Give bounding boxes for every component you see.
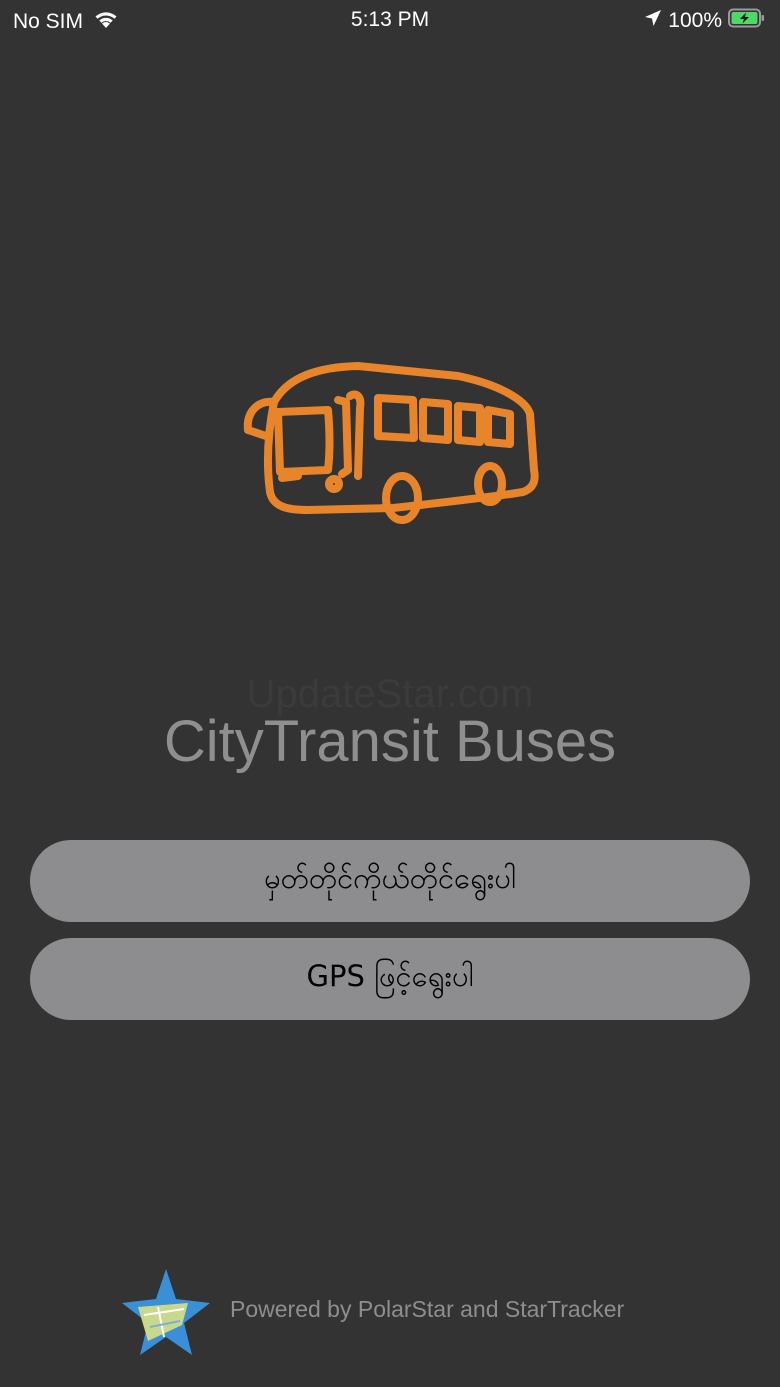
- polarstar-logo-icon: [118, 1267, 214, 1357]
- battery-charging-icon: [728, 8, 766, 34]
- status-right: 100%: [644, 8, 766, 34]
- location-arrow-icon: [644, 9, 662, 33]
- footer: Powered by PolarStar and StarTracker: [0, 1263, 780, 1359]
- battery-percent: 100%: [668, 9, 722, 32]
- select-by-gps-button[interactable]: GPS ဖြင့်ရွေးပါ: [30, 938, 750, 1020]
- select-by-gps-label: GPS ဖြင့်ရွေးပါ: [306, 958, 474, 993]
- status-bar: No SIM 5:13 PM 100%: [0, 0, 780, 40]
- powered-by-text: Powered by PolarStar and StarTracker: [230, 1296, 625, 1322]
- select-stop-manually-button[interactable]: မှတ်တိုင်ကိုယ်တိုင်ရွေးပါ: [30, 840, 750, 922]
- bus-icon: [238, 352, 543, 534]
- app-title: CityTransit Buses: [163, 709, 617, 774]
- select-stop-manually-label: မှတ်တိုင်ကိုယ်တိုင်ရွေးပါ: [264, 860, 516, 895]
